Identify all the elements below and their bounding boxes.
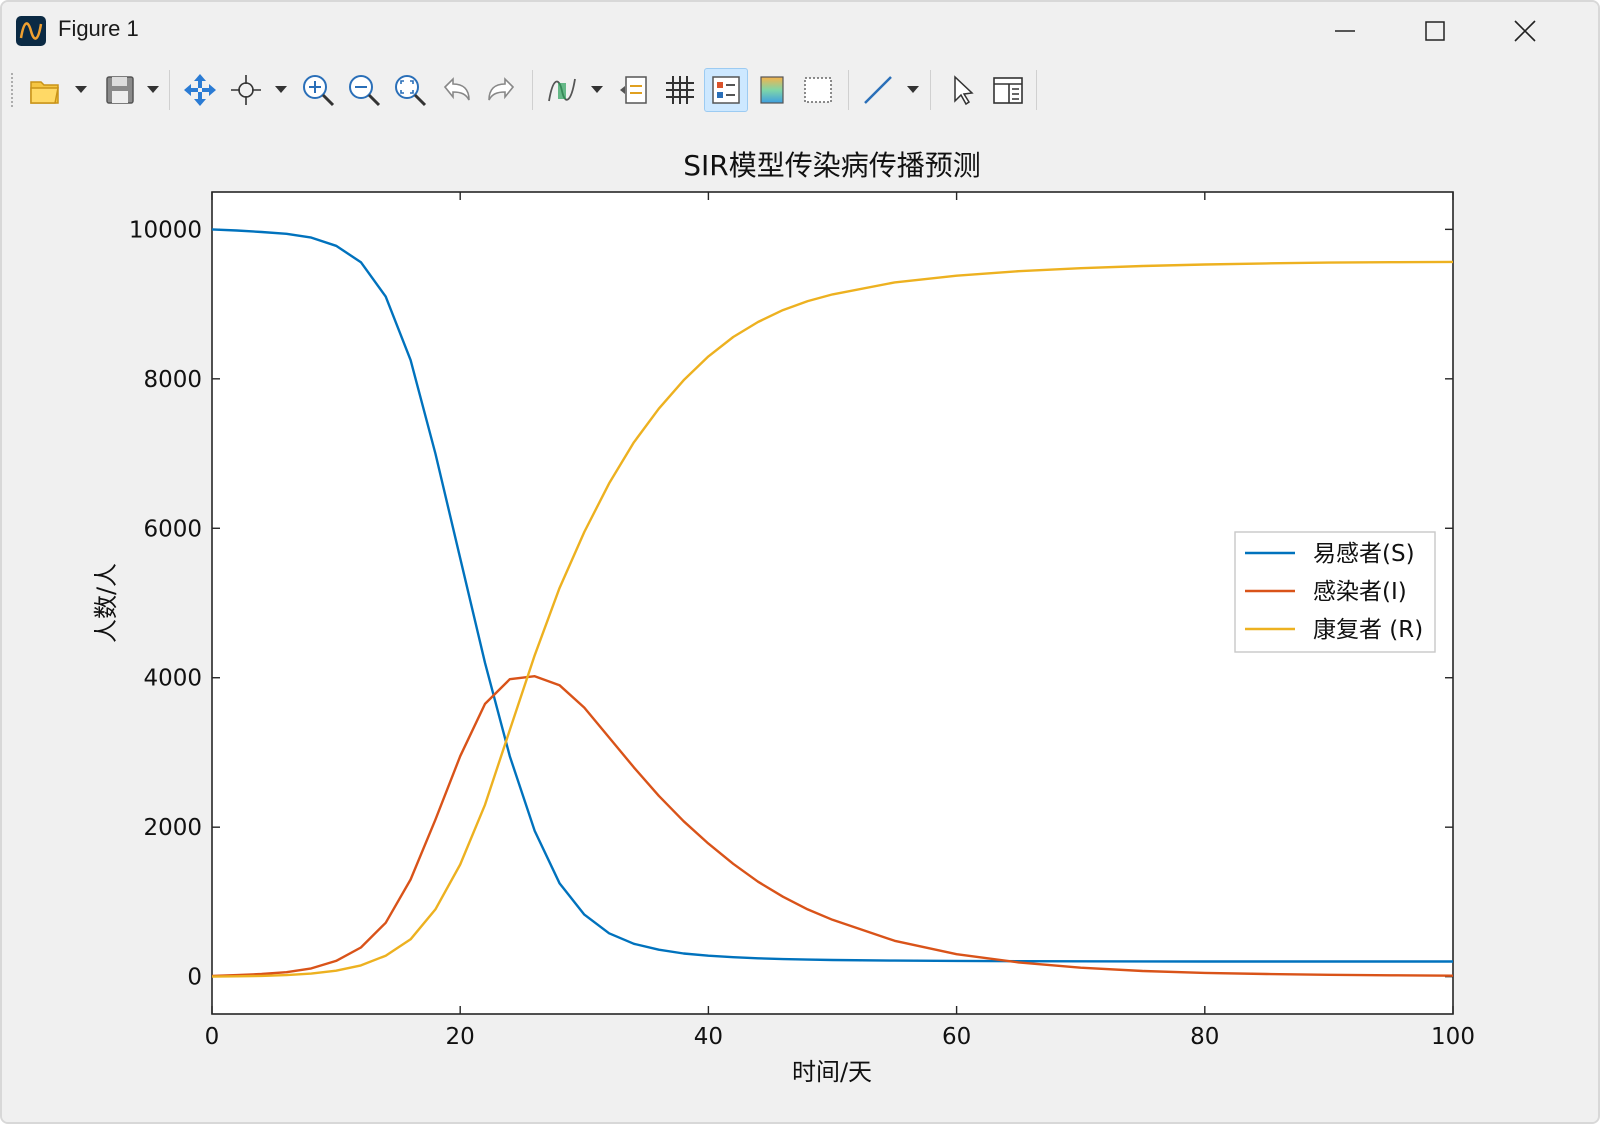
toolbar-separator (930, 70, 931, 110)
data-cursor-icon (231, 75, 261, 105)
save-button[interactable] (98, 68, 142, 112)
grid-icon (666, 76, 694, 104)
window-title: Figure 1 (58, 16, 139, 41)
legend-label: 易感者(S) (1313, 541, 1415, 567)
insert-legend-icon (620, 76, 647, 104)
brush-button[interactable] (540, 68, 584, 112)
plot-edit-icon (804, 77, 832, 103)
insert-legend-button[interactable] (612, 68, 656, 112)
legend-button[interactable] (704, 68, 748, 112)
y-axis-label: 人数/人 (92, 563, 120, 643)
open-folder-icon (30, 81, 59, 104)
colorbar-icon (760, 76, 784, 104)
x-tick-label: 20 (446, 1024, 475, 1050)
data-cursor-dropdown-icon[interactable] (274, 82, 288, 96)
brush-icon (548, 78, 576, 102)
insert-line-icon (864, 76, 892, 104)
y-tick-label: 2000 (143, 815, 202, 841)
toolbar-separator (1036, 70, 1037, 110)
y-tick-label: 6000 (143, 516, 202, 542)
y-tick-label: 0 (187, 965, 202, 991)
sir-chart: SIR模型传染病传播预测 0 20 40 60 80 100 0 2000 4000 6000 8… (92, 149, 1475, 1086)
figure-canvas: SIR模型传染病传播预测 0 20 40 60 80 100 0 2000 4000 6000 8… (2, 120, 1598, 1122)
legend[interactable]: 易感者(S) 感染者(I) 康复者 (R) (1234, 531, 1436, 653)
colorbar-button[interactable] (750, 68, 794, 112)
legend-label: 康复者 (R) (1313, 617, 1423, 643)
plot-edit-button[interactable] (796, 68, 840, 112)
open-button[interactable] (24, 68, 68, 112)
property-inspector-icon (993, 77, 1023, 104)
brush-dropdown-icon[interactable] (590, 82, 604, 96)
toolbar-grip[interactable] (10, 72, 14, 108)
close-icon (1514, 20, 1536, 42)
x-tick-label: 60 (942, 1024, 971, 1050)
undo-icon (443, 77, 470, 101)
select-arrow-icon (954, 75, 974, 106)
pan-button[interactable] (178, 68, 222, 112)
x-axis-label: 时间/天 (792, 1058, 872, 1086)
y-tick-label: 10000 (129, 217, 202, 243)
x-tick-label: 40 (694, 1024, 723, 1050)
pan-icon (184, 74, 216, 106)
insert-line-button[interactable] (856, 68, 900, 112)
property-inspector-button[interactable] (986, 68, 1030, 112)
y-tick-label: 4000 (143, 666, 202, 692)
zoom-in-icon (303, 75, 335, 107)
insert-line-dropdown-icon[interactable] (906, 82, 920, 96)
zoom-out-button[interactable] (342, 68, 386, 112)
open-dropdown-icon[interactable] (74, 82, 88, 96)
x-tick-label: 100 (1431, 1024, 1475, 1050)
zoom-in-button[interactable] (296, 68, 340, 112)
maximize-button[interactable] (1390, 2, 1480, 60)
chart-title: SIR模型传染病传播预测 (683, 149, 981, 182)
maximize-icon (1425, 21, 1445, 41)
legend-label: 感染者(I) (1313, 579, 1407, 605)
redo-button[interactable] (480, 68, 524, 112)
toolbar-separator (848, 70, 849, 110)
save-icon (106, 76, 134, 104)
minimize-icon (1335, 30, 1355, 32)
toolbar-separator (532, 70, 533, 110)
save-dropdown-icon[interactable] (146, 82, 160, 96)
restore-view-button[interactable] (388, 68, 432, 112)
x-tick-label: 80 (1190, 1024, 1219, 1050)
zoom-out-icon (349, 75, 381, 107)
minimize-button[interactable] (1300, 2, 1390, 60)
y-tick-label: 8000 (143, 367, 202, 393)
toolbar-separator (169, 70, 170, 110)
legend-icon (712, 76, 740, 104)
select-button[interactable] (940, 68, 984, 112)
figure-window: Figure 1 SIR模型传染病传播预测 0 20 40 60 80 100 … (0, 0, 1600, 1124)
close-button[interactable] (1480, 2, 1570, 60)
x-tick-label: 0 (205, 1024, 220, 1050)
title-bar: Figure 1 (2, 2, 1598, 60)
data-cursor-button[interactable] (224, 68, 268, 112)
restore-view-icon (395, 75, 427, 107)
undo-button[interactable] (434, 68, 478, 112)
grid-button[interactable] (658, 68, 702, 112)
redo-icon (488, 77, 515, 101)
app-logo-icon (16, 16, 46, 46)
figure-toolbar (2, 60, 1598, 121)
